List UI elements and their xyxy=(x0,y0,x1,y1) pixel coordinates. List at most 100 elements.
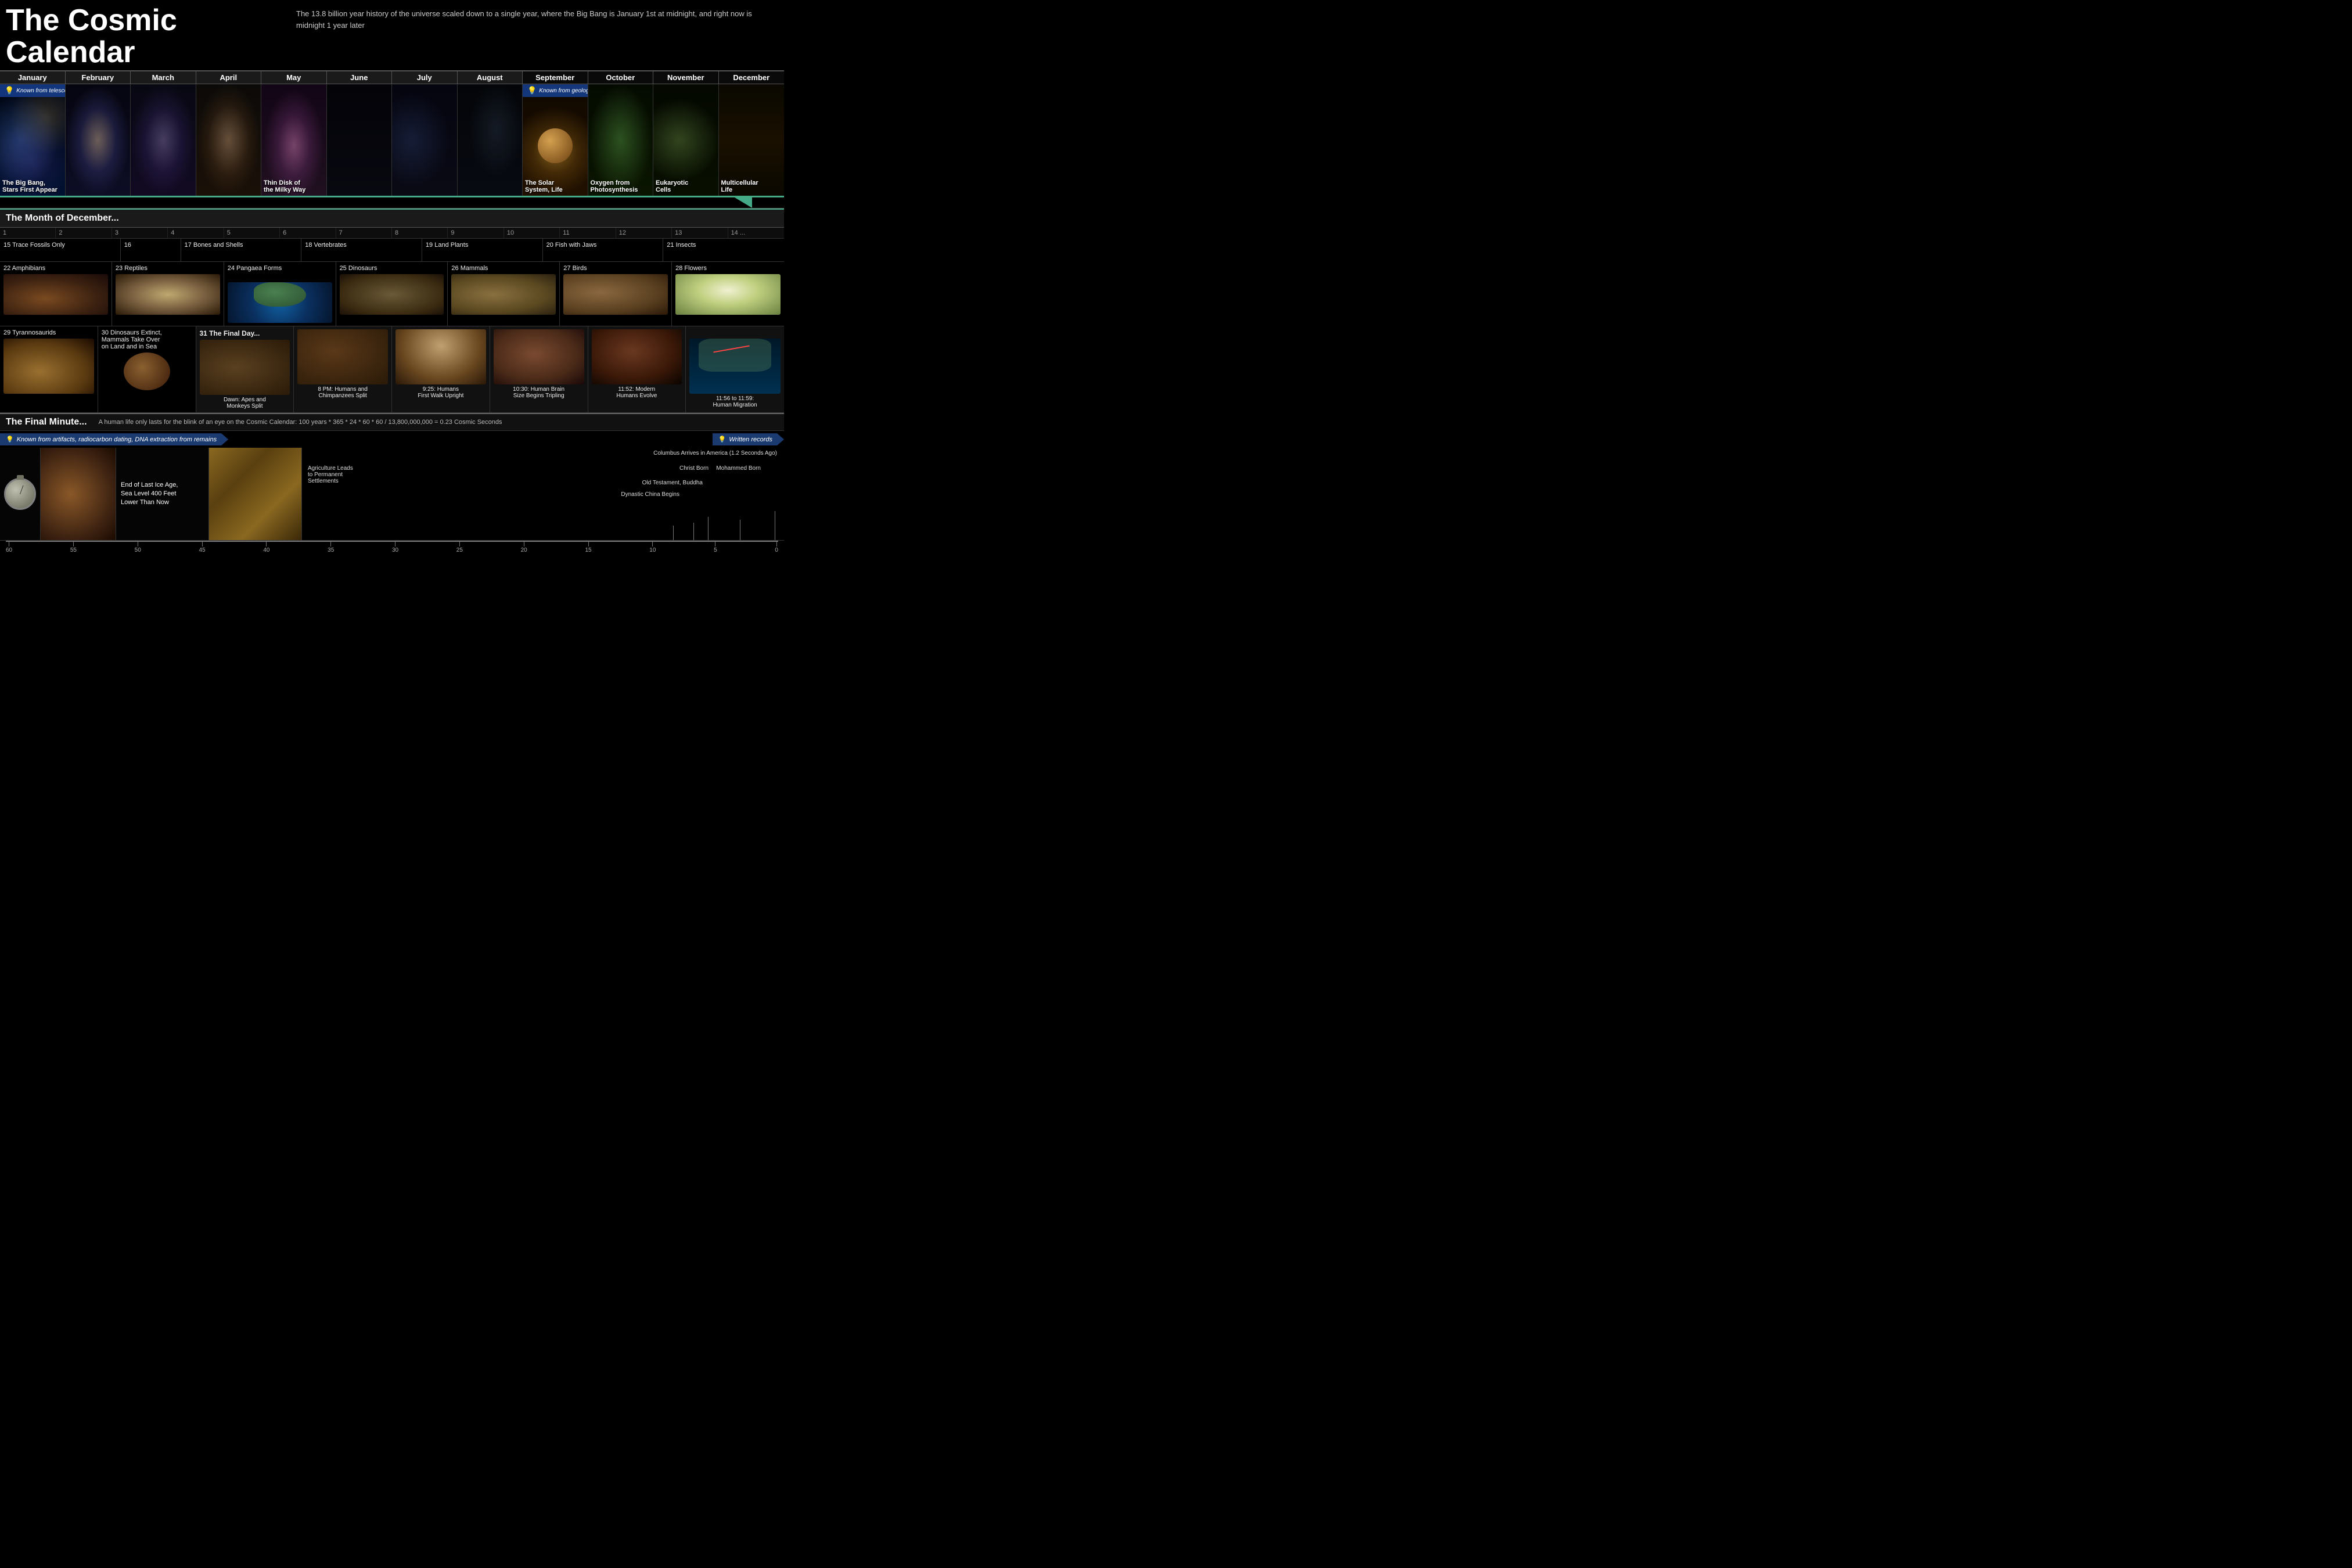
buddha-tick xyxy=(693,523,694,540)
land-plants: 19 Land Plants xyxy=(422,239,543,261)
chimps-label: 8 PM: Humans andChimpanzees Split xyxy=(297,386,388,399)
bulb-icon4: 💡 xyxy=(718,436,727,443)
modern-humans-image xyxy=(592,329,682,384)
december-section: The Month of December... 1 2 3 4 5 6 7 8… xyxy=(0,208,784,413)
written-banner: 💡 Written records xyxy=(713,433,784,445)
tick-label-40: 40 xyxy=(263,547,269,553)
mar-cell xyxy=(131,84,196,196)
bigbang-label: The Big Bang,Stars First Appear xyxy=(2,179,57,193)
cave-paintings-cell xyxy=(41,448,116,540)
bulb-icon: 💡 xyxy=(5,86,14,95)
dec-num-2: 2 xyxy=(56,228,112,238)
tick-label-55: 55 xyxy=(70,547,77,553)
telescope-banner: 💡 Known from telescopes looking back in … xyxy=(0,84,66,97)
humans-upright-label: 9:25: HumansFirst Walk Upright xyxy=(395,386,486,399)
december-header: The Month of December... xyxy=(0,208,784,228)
dec-num-3: 3 xyxy=(112,228,168,238)
christ-label: Christ Born xyxy=(679,465,709,472)
thin-disk-label: Thin Disk ofthe Milky Way xyxy=(264,179,305,193)
header: The Cosmic Calendar The 13.8 billion yea… xyxy=(0,0,784,70)
dino-extinct-image xyxy=(124,353,170,390)
tyranno-label: 29 Tyrannosaurids xyxy=(3,329,94,336)
geologic-banner: 💡 Known from geologic record, fossils, g… xyxy=(523,84,588,97)
trace-fossils: 15 Trace Fossils Only xyxy=(0,239,121,261)
stopwatch-hand xyxy=(20,485,23,494)
tick-label-5: 5 xyxy=(714,547,717,553)
tyranno-image xyxy=(3,339,94,394)
dec-row1: 15 Trace Fossils Only 16 17 Bones and Sh… xyxy=(0,239,784,262)
bulb-icon3: 💡 xyxy=(6,436,14,443)
oxygen-cell: Oxygen fromPhotosynthesis xyxy=(588,84,654,196)
tick-line xyxy=(266,542,267,546)
month-apr: April xyxy=(196,71,262,84)
month-jul: July xyxy=(392,71,458,84)
tick-label-25: 25 xyxy=(456,547,463,553)
arrow-indicator xyxy=(0,197,784,208)
main-wrapper: The Cosmic Calendar The 13.8 billion yea… xyxy=(0,0,784,559)
dinosaurs: 25 Dinosaurs xyxy=(336,262,448,326)
tick-label-45: 45 xyxy=(199,547,205,553)
tick-45: 45 xyxy=(199,542,205,553)
human-migration: 11:56 to 11:59:Human Migration xyxy=(686,326,784,412)
fish-jaws: 20 Fish with Jaws xyxy=(543,239,664,261)
reptiles: 23 Reptiles xyxy=(112,262,224,326)
humans-upright-image xyxy=(395,329,486,384)
final-day: 31 The Final Day... Dawn: Apes andMonkey… xyxy=(196,326,294,412)
dec-row2: 22 Amphibians 23 Reptiles 24 Pangaea For… xyxy=(0,262,784,326)
tick-label-30: 30 xyxy=(392,547,398,553)
dec-num-6: 6 xyxy=(280,228,336,238)
ice-age-cell: End of Last Ice Age,Sea Level 400 FeetLo… xyxy=(116,448,209,540)
migration-line xyxy=(713,346,749,353)
dinosaurs-label: 25 Dinosaurs xyxy=(340,265,444,272)
amphibian-image xyxy=(3,274,108,315)
tick-label-10: 10 xyxy=(649,547,656,553)
insects: 21 Insects xyxy=(663,239,784,261)
reptile-image xyxy=(116,274,220,315)
jun-cell xyxy=(327,84,393,196)
month-mar: March xyxy=(131,71,196,84)
subtitle: The 13.8 billion year history of the uni… xyxy=(285,5,778,31)
tick-25: 25 xyxy=(456,542,463,553)
multicell-label: MulticellularLife xyxy=(721,179,758,193)
timeline-section: 60 55 50 45 40 xyxy=(0,541,784,559)
month-jan: January xyxy=(0,71,66,84)
aug-cell xyxy=(458,84,523,196)
eukaryote-label: EukaryoticCells xyxy=(656,179,688,193)
mammals-label: 26 Mammals xyxy=(451,265,556,272)
eukaryote-cell: EukaryoticCells xyxy=(653,84,719,196)
dec-num-14: 14 ... xyxy=(728,228,784,238)
humans-upright: 9:25: HumansFirst Walk Upright xyxy=(392,326,490,412)
bones-shells: 17 Bones and Shells xyxy=(181,239,302,261)
vertebrates: 18 Vertebrates xyxy=(301,239,422,261)
mammal-image xyxy=(451,274,556,315)
dec-row3: 29 Tyrannosaurids 30 Dinosaurs Extinct,M… xyxy=(0,326,784,413)
dec-num-9: 9 xyxy=(448,228,504,238)
month-oct: October xyxy=(588,71,654,84)
brain-tripling: 10:30: Human BrainSize Begins Tripling xyxy=(490,326,588,412)
old-testament-label: Old Testament, Buddha xyxy=(642,480,703,486)
stopwatch-image xyxy=(4,478,36,510)
amphibians: 22 Amphibians xyxy=(0,262,112,326)
dinosaur-image xyxy=(340,274,444,315)
tick-line xyxy=(202,542,203,546)
day16: 16 xyxy=(121,239,181,261)
tick-line xyxy=(330,542,331,546)
mammals: 26 Mammals xyxy=(448,262,560,326)
tick-line xyxy=(776,542,777,546)
brain-label: 10:30: Human BrainSize Begins Tripling xyxy=(494,386,584,399)
tick-15: 15 xyxy=(585,542,591,553)
tick-40: 40 xyxy=(263,542,269,553)
final-images-row: End of Last Ice Age,Sea Level 400 FeetLo… xyxy=(0,448,784,541)
tick-line xyxy=(459,542,460,546)
final-minute-header-row: The Final Minute... A human life only la… xyxy=(0,413,784,431)
final-day-label: 31 The Final Day... xyxy=(200,329,290,337)
tick-label-20: 20 xyxy=(521,547,527,553)
jul-cell xyxy=(392,84,458,196)
ice-age-label: End of Last Ice Age,Sea Level 400 FeetLo… xyxy=(121,481,204,508)
migration-label: 11:56 to 11:59:Human Migration xyxy=(689,395,781,408)
brain-image xyxy=(494,329,584,384)
month-may: May xyxy=(261,71,327,84)
dino-extinct-label: 30 Dinosaurs Extinct,Mammals Take Overon… xyxy=(102,329,192,350)
tick-5: 5 xyxy=(714,542,717,553)
tyrannosaurids: 29 Tyrannosaurids xyxy=(0,326,98,412)
